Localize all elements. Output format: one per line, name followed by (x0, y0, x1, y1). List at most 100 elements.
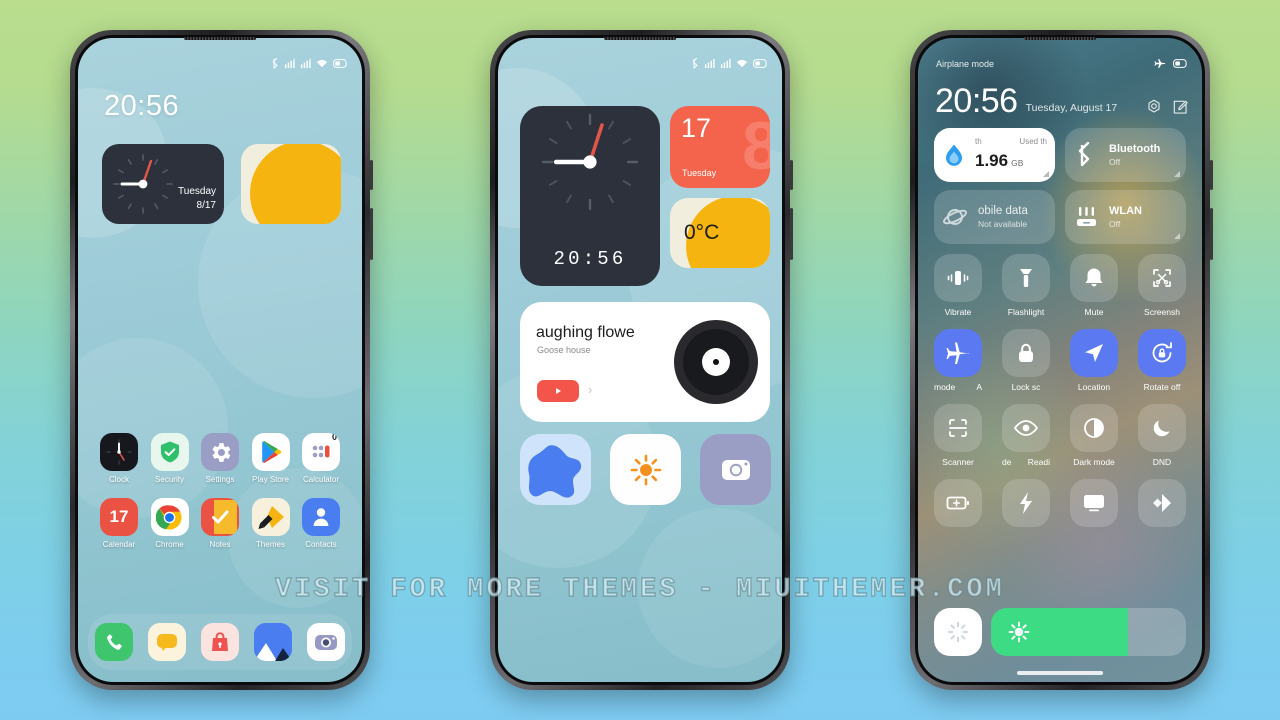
expand-corner-icon[interactable] (1174, 171, 1180, 177)
toggle-dark-mode[interactable]: Dark mode (1070, 404, 1118, 467)
toggle-vibrate[interactable]: Vibrate (934, 254, 982, 317)
weather-widget-yellow[interactable] (241, 144, 341, 224)
status-label: Airplane mode (936, 58, 995, 69)
toggle-mute[interactable]: Mute (1070, 254, 1118, 317)
toggle-label: DND (1152, 457, 1172, 467)
app-play-store[interactable]: Play Store (246, 433, 296, 484)
toggle-second-space[interactable] (1138, 479, 1186, 532)
app-contacts[interactable]: Contacts (296, 498, 346, 549)
phone-1: 20:56 Tuesday 8/17 Clock Security Settin… (70, 30, 373, 690)
app-chrome[interactable]: Chrome (145, 498, 195, 549)
bluetooth-icon (1078, 142, 1090, 167)
battery-icon (1173, 59, 1187, 68)
toggle-dnd[interactable]: DND (1138, 404, 1186, 467)
toggle-lightning[interactable] (1002, 479, 1050, 532)
toggle-label-overflow: de (1002, 457, 1012, 467)
second-space-icon (1138, 479, 1186, 527)
youtube-icon[interactable] (537, 380, 579, 402)
app-label: Clock (108, 475, 129, 484)
battery-icon (333, 59, 347, 68)
app-clock[interactable]: Clock (94, 433, 144, 484)
app-settings[interactable]: Settings (195, 433, 245, 484)
power-button[interactable] (370, 160, 373, 190)
toggle-label: Screensh (1144, 307, 1180, 317)
volume-button[interactable] (370, 208, 373, 260)
toggle-scanner[interactable]: Scanner (934, 404, 982, 467)
toggle-airplane-mode[interactable]: mode A (934, 329, 982, 392)
analog-clock-face (113, 154, 173, 214)
status-bar (691, 58, 768, 69)
toggle-label: Mute (1084, 307, 1104, 317)
toggle-battery-saver[interactable] (934, 479, 982, 532)
power-button[interactable] (1210, 160, 1213, 190)
airplane-icon (934, 329, 982, 377)
calculator-icon: 0 (302, 433, 340, 471)
wallpaper (78, 38, 362, 682)
app-calendar[interactable]: 17 Calendar (94, 498, 144, 549)
wifi-icon (736, 59, 748, 68)
toggle-rotate-off[interactable]: Rotate off (1138, 329, 1186, 392)
calculator-badge: 0 (331, 433, 337, 442)
control-center-clock: 20:56 Tuesday, August 17 (935, 84, 1188, 118)
toggle-location[interactable]: Location (1070, 329, 1118, 392)
earpiece-speaker (604, 37, 676, 40)
shopping-bag-icon[interactable] (200, 623, 239, 661)
edit-icon[interactable] (1172, 99, 1188, 115)
toggle-row: Scanner de Readi Dark mode DND (934, 404, 1186, 467)
toggle-flashlight[interactable]: Flashlight (1002, 254, 1050, 317)
status-bar (271, 58, 348, 69)
clock-widget-large[interactable]: 20:56 (520, 106, 660, 286)
music-artist: Goose house (537, 345, 591, 355)
weather-temperature: 0°C (684, 221, 720, 244)
brightness-slider[interactable] (991, 608, 1186, 656)
app-themes[interactable]: Themes (246, 498, 296, 549)
weather-sun-tile[interactable] (610, 434, 681, 505)
toggle-label: Scanner (942, 457, 974, 467)
wlan-router-icon (1077, 207, 1096, 226)
phone-1-screen: 20:56 Tuesday 8/17 Clock Security Settin… (78, 38, 362, 682)
auto-brightness-button[interactable] (934, 608, 982, 656)
toggle-cast[interactable] (1070, 479, 1118, 532)
toggle-reading-mode[interactable]: de Readi (1002, 404, 1050, 467)
scan-frame-icon (934, 404, 982, 452)
data-value-number: 1.96 (975, 151, 1009, 170)
app-notes[interactable]: Notes (195, 498, 245, 549)
camera-tile[interactable] (700, 434, 771, 505)
lightning-icon (1002, 479, 1050, 527)
calendar-widget[interactable]: 8 17 Tuesday (670, 106, 770, 188)
camera-icon[interactable] (306, 623, 345, 661)
tile-data-usage[interactable]: th Used th 1.96 GB (934, 128, 1055, 182)
expand-corner-icon[interactable] (1174, 233, 1180, 239)
eye-icon (1002, 404, 1050, 452)
app-label: Chrome (155, 540, 184, 549)
big-tile-row-2: obile data Not available WLAN Off (934, 190, 1186, 244)
data-usage-value: 1.96 GB (975, 151, 1023, 171)
phone-handset-icon[interactable] (95, 623, 134, 661)
clock-widget[interactable]: Tuesday 8/17 (102, 144, 224, 224)
volume-button[interactable] (790, 208, 793, 260)
tile-wlan[interactable]: WLAN Off (1065, 190, 1186, 244)
calendar-icon: 17 (100, 498, 138, 536)
clock-icon (100, 433, 138, 471)
home-indicator[interactable] (1017, 671, 1103, 675)
tile-mobile-data[interactable]: obile data Not available (934, 190, 1055, 244)
bell-icon (1070, 254, 1118, 302)
chevron-right-icon[interactable]: › (588, 382, 592, 397)
toggle-lock-screen[interactable]: Lock sc (1002, 329, 1050, 392)
puzzle-blob-tile[interactable] (520, 434, 591, 505)
messages-bubble-icon[interactable] (148, 623, 187, 661)
toggle-screenshot[interactable]: Screensh (1138, 254, 1186, 317)
app-row-2: 17 Calendar Chrome Notes Themes Contacts (94, 498, 346, 549)
weather-widget[interactable]: 0°C (670, 198, 770, 268)
battery-saver-icon (934, 479, 982, 527)
tile-title: obile data (978, 205, 1028, 217)
app-calculator[interactable]: 0 Calculator (296, 433, 346, 484)
settings-gear-icon[interactable] (1146, 99, 1162, 115)
app-security[interactable]: Security (145, 433, 195, 484)
power-button[interactable] (790, 160, 793, 190)
tile-bluetooth[interactable]: Bluetooth Off (1065, 128, 1186, 182)
music-widget[interactable]: aughing flowe Goose house › (520, 302, 770, 422)
volume-button[interactable] (1210, 208, 1213, 260)
phone-2-screen: 20:56 8 17 Tuesday 0°C aughing flowe Goo… (498, 38, 782, 682)
expand-corner-icon[interactable] (1043, 171, 1049, 177)
